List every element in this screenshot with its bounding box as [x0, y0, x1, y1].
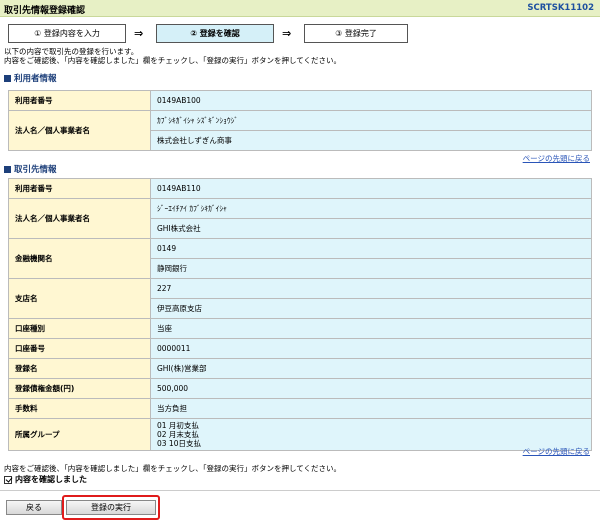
step-arrow-icon: ⇒ [134, 27, 144, 40]
amount-value: 500,000 [150, 378, 592, 399]
section-square-icon [4, 166, 11, 173]
branch-code: 227 [150, 278, 592, 299]
user-info-heading: 利用者情報 [4, 72, 57, 84]
intro-line-1: 以下の内容で取引先の登録を行います。 [4, 47, 139, 56]
user-no-value: 0149AB100 [150, 90, 592, 111]
bank-code: 0149 [150, 238, 592, 259]
account-type-label: 口座種別 [8, 318, 151, 339]
bank-name: 静岡銀行 [150, 258, 592, 279]
screen-id: SCRTSK11102 [527, 3, 594, 13]
step-input: ① 登録内容を入力 [8, 24, 126, 43]
account-type-value: 当座 [150, 318, 592, 339]
user-name-label: 法人名／個人事業者名 [8, 110, 151, 151]
bottom-note: 内容をご確認後、「内容を確認しました」欄をチェックし、「登録の実行」ボタンを押し… [4, 464, 342, 473]
step-arrow-icon: ⇒ [282, 27, 292, 40]
user-name-kana: ｶﾌﾞｼｷｶﾞｲｼｬ ｼｽﾞｷﾞﾝｼｮｳｼﾞ [150, 110, 592, 131]
partner-info-title: 取引先情報 [14, 165, 57, 175]
partner-info-table: 利用者番号 0149AB110 法人名／個人事業者名 ｼﾞｰｴｲﾁｱｲ ｶﾌﾞｼ… [8, 178, 592, 451]
back-button[interactable]: 戻る [6, 500, 62, 515]
step-confirm: ② 登録を確認 [156, 24, 274, 43]
partner-info-heading: 取引先情報 [4, 163, 57, 175]
reg-name-value: GHI(株)営業部 [150, 358, 592, 379]
group-item: 02 月末支払 [157, 430, 199, 439]
group-label: 所属グループ [8, 418, 151, 451]
step-complete: ③ 登録完了 [304, 24, 408, 43]
partner-name-label: 法人名／個人事業者名 [8, 198, 151, 239]
highlight-frame [62, 495, 160, 520]
account-no-label: 口座番号 [8, 338, 151, 359]
group-item: 03 10日支払 [157, 439, 201, 448]
branch-label: 支店名 [8, 278, 151, 319]
user-info-title: 利用者情報 [14, 74, 57, 84]
confirm-checkbox[interactable] [4, 475, 12, 484]
partner-user-no-value: 0149AB110 [150, 178, 592, 199]
fee-value: 当方負担 [150, 398, 592, 419]
partner-name-kanji: GHI株式会社 [150, 218, 592, 239]
section-square-icon [4, 75, 11, 82]
title-bar: 取引先情報登録確認 SCRTSK11102 [0, 0, 600, 17]
step-indicator: ① 登録内容を入力 ⇒ ② 登録を確認 ⇒ ③ 登録完了 [8, 24, 408, 43]
account-no-value: 0000011 [150, 338, 592, 359]
intro-text: 以下の内容で取引先の登録を行います。 内容をご確認後、「内容を確認しました」欄を… [4, 47, 341, 65]
amount-label: 登録債権金額(円) [8, 378, 151, 399]
user-info-table: 利用者番号 0149AB100 法人名／個人事業者名 ｶﾌﾞｼｷｶﾞｲｼｬ ｼｽ… [8, 90, 592, 151]
bank-label: 金融機関名 [8, 238, 151, 279]
page-top-link[interactable]: ページの先頭に戻る [523, 153, 590, 164]
page-top-link[interactable]: ページの先頭に戻る [523, 446, 590, 457]
partner-name-kana: ｼﾞｰｴｲﾁｱｲ ｶﾌﾞｼｷｶﾞｲｼｬ [150, 198, 592, 219]
page-title: 取引先情報登録確認 [4, 6, 86, 16]
group-item: 01 月初支払 [157, 421, 199, 430]
user-no-label: 利用者番号 [8, 90, 151, 111]
confirm-checkbox-label[interactable]: 内容を確認しました [15, 474, 87, 485]
reg-name-label: 登録名 [8, 358, 151, 379]
fee-label: 手数料 [8, 398, 151, 419]
partner-user-no-label: 利用者番号 [8, 178, 151, 199]
divider [0, 490, 600, 491]
intro-line-2: 内容をご確認後、「内容を確認しました」欄をチェックし、「登録の実行」ボタンを押し… [4, 56, 342, 65]
user-name-kanji: 株式会社しずぎん商事 [150, 130, 592, 151]
confirm-checkbox-row[interactable]: 内容を確認しました [4, 474, 87, 485]
branch-name: 伊豆高原支店 [150, 298, 592, 319]
